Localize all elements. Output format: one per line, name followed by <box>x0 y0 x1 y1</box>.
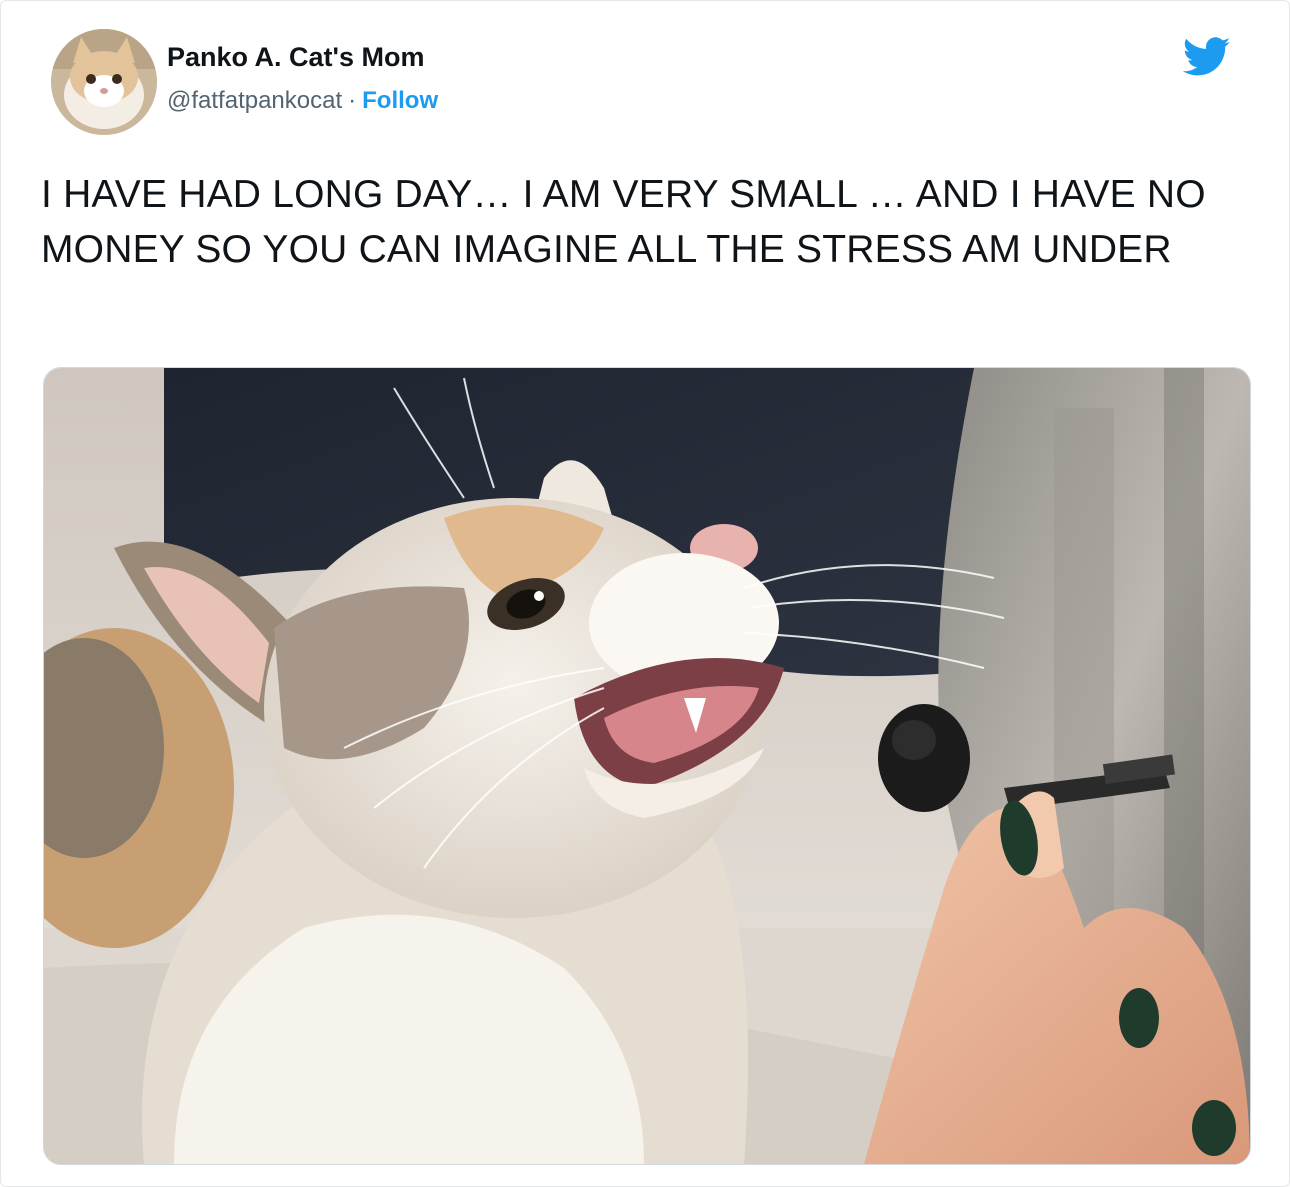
author-handle[interactable]: @fatfatpankocat <box>167 87 342 114</box>
author-handle-line: @fatfatpankocat · Follow <box>167 85 438 117</box>
author-display-name[interactable]: Panko A. Cat's Mom <box>167 39 438 75</box>
tweet-card: Panko A. Cat's Mom @fatfatpankocat · Follo… <box>0 0 1290 1187</box>
avatar[interactable] <box>51 29 157 135</box>
handle-separator: · <box>348 87 357 114</box>
author-info: Panko A. Cat's Mom @fatfatpankocat · Follo… <box>167 39 438 117</box>
tweet-header: Panko A. Cat's Mom @fatfatpankocat · Follo… <box>45 29 1249 141</box>
twitter-bird-icon[interactable] <box>1182 37 1231 77</box>
tweet-text: I HAVE HAD LONG DAY… I AM VERY SMALL … A… <box>41 173 1206 271</box>
tweet-media-photo[interactable] <box>43 367 1251 1165</box>
follow-button[interactable]: Follow <box>362 87 438 114</box>
cat-photo-with-microphone-icon <box>44 368 1250 1164</box>
cat-avatar-icon <box>51 29 157 135</box>
